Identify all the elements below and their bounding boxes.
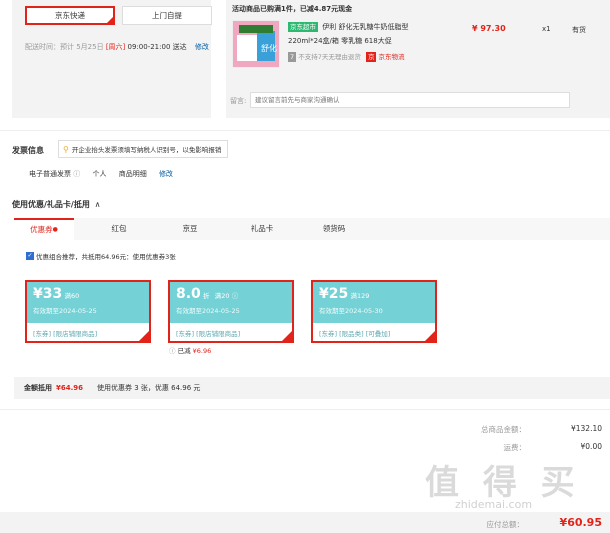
- stock-status: 有货: [572, 26, 586, 34]
- coupon-top: ¥33 满60 有效期至2024-05-25: [27, 282, 149, 323]
- tab-label: 礼品卡: [250, 224, 274, 233]
- coupon-amount: ¥33: [33, 286, 63, 302]
- invoice-tip: ⚲ 开企业抬头发票须填写纳税人识别号，以免影响报销: [58, 140, 229, 158]
- combo-recommend[interactable]: ✓ 优惠组合推荐，共抵用64.96元：使用优惠券3张: [26, 251, 176, 261]
- note-input[interactable]: [250, 92, 570, 108]
- jd-logistics-icon: 京: [365, 52, 377, 62]
- freight-value: ¥0.00: [580, 442, 602, 451]
- product-title-line1[interactable]: 京东超市 伊利 舒化无乳糖牛奶低脂型: [288, 22, 408, 32]
- coupon-tags: [东券] [限店铺限商品]: [33, 330, 98, 338]
- freight-label: 运费：: [503, 443, 527, 452]
- summary-label: 金额抵用: [24, 384, 52, 392]
- product-panel: 活动商品已购满1件，已减4.87元现金 舒化 京东超市 伊利 舒化无乳糖牛奶低脂…: [226, 0, 610, 118]
- coupon-amount: 8.0: [176, 286, 201, 302]
- product-quantity: x1: [542, 25, 551, 33]
- chevron-up-icon: ∧: [94, 200, 101, 209]
- shipping-option-label: 京东快递: [55, 11, 85, 20]
- dot-icon: ●: [52, 226, 58, 233]
- product-service-row: 7 不支持7天无理由退货 京 京东物流: [288, 51, 405, 62]
- invoice-info-row: 电子普通发票 ⓘ 个人 商品明细 修改: [29, 169, 173, 179]
- coupon-top: 8.0 折 满20 ⓘ 有效期至2024-05-25: [170, 282, 292, 323]
- tab-label: 红包: [111, 224, 127, 233]
- coupon-valid: 有效期至2024-05-30: [319, 307, 383, 315]
- coupon-top: ¥25 满129 有效期至2024-05-30: [313, 282, 435, 323]
- product-name: 伊利 舒化无乳糖牛奶低脂型: [322, 23, 409, 31]
- tab-label: 领货码: [322, 224, 346, 233]
- info-icon: ⓘ: [169, 347, 176, 355]
- tab-label: 京豆: [182, 224, 198, 233]
- coupon-card[interactable]: ¥33 满60 有效期至2024-05-25 [东券] [限店铺限商品]: [25, 280, 151, 343]
- product-price: ¥ 97.30: [472, 24, 506, 33]
- coupon-condition: 满60: [64, 292, 80, 300]
- reduced-label: 已减: [177, 347, 191, 355]
- info-icon: ⓘ: [73, 170, 81, 178]
- watermark-logo: 值 得 买: [425, 463, 581, 503]
- shipping-option-label: 上门自提: [152, 11, 182, 20]
- goods-total-label: 总商品金额：: [481, 425, 526, 434]
- invoice-modify-link[interactable]: 修改: [159, 170, 173, 178]
- coupon-valid: 有效期至2024-05-25: [33, 307, 97, 315]
- invoice-detail: 商品明细: [118, 170, 147, 178]
- reduced-value: ¥6.96: [192, 347, 212, 355]
- checkbox-checked-icon[interactable]: ✓: [26, 252, 34, 260]
- delivery-time-label: 配送时间：预计 5月25日: [25, 43, 104, 51]
- shipping-option-jd-express[interactable]: 京东快递: [25, 6, 115, 25]
- discount-summary: 金额抵用 ¥64.96 使用优惠券 3 张，优惠 64.96 元: [14, 377, 610, 399]
- invoice-type: 电子普通发票: [29, 170, 71, 178]
- tab-giftcard[interactable]: 礼品卡: [232, 218, 292, 240]
- summary-value: ¥64.96: [56, 384, 84, 392]
- coupon-card[interactable]: 8.0 折 满20 ⓘ 有效期至2024-05-25 [东券] [限店铺限商品]: [168, 280, 294, 343]
- logistics-text: 京东物流: [378, 53, 405, 61]
- coupon-condition: 满20: [214, 292, 230, 300]
- tab-jdbean[interactable]: 京豆: [160, 218, 220, 240]
- note-label: 留言:: [230, 97, 247, 105]
- supermarket-badge: 京东超市: [288, 22, 318, 32]
- coupon-amount: ¥25: [319, 286, 349, 302]
- info-icon[interactable]: ⓘ: [232, 292, 239, 300]
- invoice-title: 发票信息: [12, 146, 44, 155]
- delivery-modify-link[interactable]: 修改: [195, 43, 209, 51]
- tab-label: 优惠券: [30, 225, 53, 234]
- selected-corner-icon: [138, 330, 150, 342]
- promo-text: 活动商品已购满1件，已减4.87元现金: [232, 5, 353, 13]
- tab-redeem-code[interactable]: 领货码: [304, 218, 364, 240]
- discount-title: 使用优惠/礼品卡/抵用: [12, 200, 90, 209]
- discount-tabs: 优惠券● 红包 京豆 礼品卡 领货码: [14, 218, 610, 240]
- goods-total-value: ¥132.10: [570, 424, 602, 433]
- discount-header[interactable]: 使用优惠/礼品卡/抵用 ∧: [12, 199, 101, 210]
- selected-corner-icon: [424, 330, 436, 342]
- watermark-site: zhidemai.com: [455, 498, 533, 511]
- invoice-tip-text: 开企业抬头发票须填写纳税人识别号，以免影响报销: [71, 146, 222, 154]
- divider: [0, 409, 610, 410]
- svg-text:舒化: 舒化: [261, 43, 277, 53]
- divider: [0, 130, 610, 131]
- coupon-card[interactable]: ¥25 满129 有效期至2024-05-30 [东券] [限品类] [可叠加]: [311, 280, 437, 343]
- shipping-option-pickup[interactable]: 上门自提: [122, 6, 212, 25]
- product-image[interactable]: 舒化: [232, 20, 280, 68]
- tab-redpacket[interactable]: 红包: [89, 218, 149, 240]
- coupon-valid: 有效期至2024-05-25: [176, 307, 240, 315]
- product-name-line2[interactable]: 220ml*24盒/箱 零乳糖 618大促: [288, 36, 392, 46]
- coupon-condition: 满129: [350, 292, 370, 300]
- pay-total-label: 应付总额：: [486, 520, 525, 529]
- milk-box-icon: 舒化: [233, 21, 279, 67]
- coupon-tags: [东券] [限品类] [可叠加]: [319, 330, 391, 338]
- no-return-text: 不支持7天无理由退货: [298, 53, 361, 61]
- invoice-person: 个人: [92, 170, 107, 178]
- combo-text: 优惠组合推荐，共抵用64.96元：使用优惠券3张: [36, 253, 176, 261]
- delivery-day: [周六]: [105, 43, 126, 51]
- summary-detail: 使用优惠券 3 张，优惠 64.96 元: [97, 384, 201, 392]
- shipping-panel: 京东快递 上门自提 配送时间：预计 5月25日 [周六] 09:00-21:00…: [12, 0, 212, 118]
- delivery-time: 配送时间：预计 5月25日 [周六] 09:00-21:00 送达 修改: [25, 42, 209, 52]
- coupon-reduced-note: ⓘ 已减 ¥6.96: [169, 345, 211, 355]
- selected-corner-icon: [281, 330, 293, 342]
- no-return-icon: 7: [288, 52, 297, 62]
- tab-coupon[interactable]: 优惠券●: [14, 218, 74, 240]
- delivery-range: 09:00-21:00 送达: [127, 43, 187, 51]
- coupon-tags: [东券] [限店铺限商品]: [176, 330, 241, 338]
- lightbulb-icon: ⚲: [63, 144, 69, 154]
- coupon-unit: 折: [203, 292, 210, 300]
- pay-total-value: ¥60.95: [559, 516, 602, 529]
